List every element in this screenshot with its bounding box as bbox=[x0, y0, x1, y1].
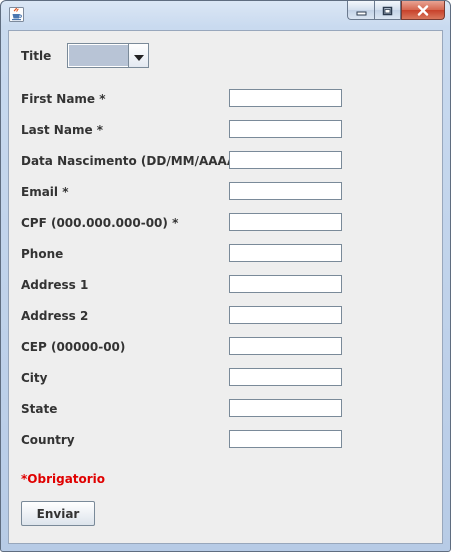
state-label: State bbox=[21, 402, 58, 416]
form-panel: Title First Name * Last Name * Data Nasc… bbox=[8, 30, 443, 544]
first-name-label: First Name * bbox=[21, 92, 106, 106]
title-label: Title bbox=[21, 49, 52, 63]
country-input[interactable] bbox=[229, 430, 342, 448]
maximize-icon bbox=[382, 1, 393, 20]
minimize-button[interactable] bbox=[347, 1, 374, 20]
city-input[interactable] bbox=[229, 368, 342, 386]
address-2-input[interactable] bbox=[229, 306, 342, 324]
last-name-label: Last Name * bbox=[21, 123, 104, 137]
title-bar[interactable] bbox=[1, 1, 450, 27]
java-cup-icon[interactable] bbox=[9, 7, 24, 22]
maximize-button[interactable] bbox=[374, 1, 401, 20]
window-controls bbox=[347, 1, 445, 20]
cpf-label: CPF (000.000.000-00) * bbox=[21, 216, 179, 230]
title-selected-value bbox=[69, 45, 129, 66]
email-label: Email * bbox=[21, 185, 69, 199]
phone-input[interactable] bbox=[229, 244, 342, 262]
city-label: City bbox=[21, 371, 48, 385]
chevron-down-icon bbox=[133, 46, 144, 65]
country-label: Country bbox=[21, 433, 75, 447]
first-name-input[interactable] bbox=[229, 89, 342, 107]
cep-input[interactable] bbox=[229, 337, 342, 355]
address-2-label: Address 2 bbox=[21, 309, 89, 323]
required-note: *Obrigatorio bbox=[21, 472, 106, 486]
combo-dropdown-button[interactable] bbox=[128, 44, 148, 67]
phone-label: Phone bbox=[21, 247, 64, 261]
submit-button[interactable]: Enviar bbox=[21, 501, 95, 526]
last-name-input[interactable] bbox=[229, 120, 342, 138]
cep-label: CEP (00000-00) bbox=[21, 340, 126, 354]
email-input[interactable] bbox=[229, 182, 342, 200]
title-combobox[interactable] bbox=[67, 43, 149, 68]
minimize-icon bbox=[356, 1, 367, 20]
birth-date-label: Data Nascimento (DD/MM/AAAA) * bbox=[21, 154, 253, 168]
close-button[interactable] bbox=[401, 1, 445, 20]
close-icon bbox=[417, 1, 429, 20]
address-1-input[interactable] bbox=[229, 275, 342, 293]
birth-date-input[interactable] bbox=[229, 151, 342, 169]
state-input[interactable] bbox=[229, 399, 342, 417]
app-window: Title First Name * Last Name * Data Nasc… bbox=[0, 0, 451, 552]
cpf-input[interactable] bbox=[229, 213, 342, 231]
address-1-label: Address 1 bbox=[21, 278, 89, 292]
